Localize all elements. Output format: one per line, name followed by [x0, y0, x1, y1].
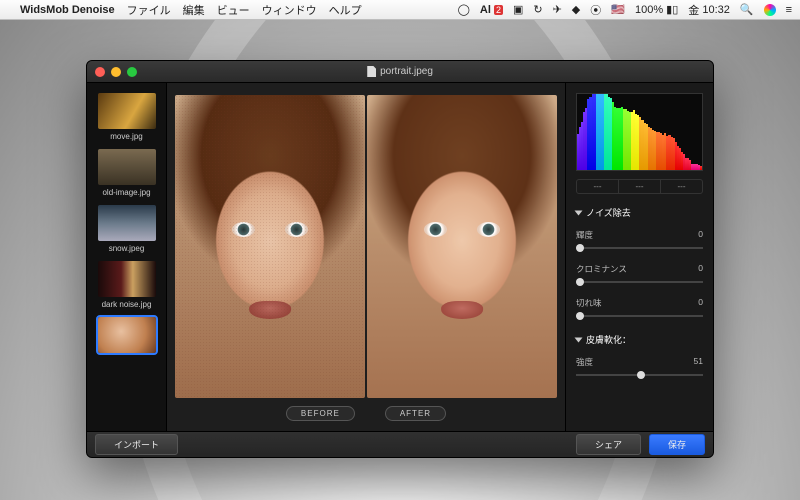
menu-extra-spotlight-icon[interactable]: 🔍: [740, 3, 754, 16]
thumbnail-image: [98, 261, 156, 297]
menu-extra-notifications-icon[interactable]: ≡: [786, 4, 792, 16]
before-label: BEFORE: [286, 406, 355, 421]
sharpness-label: 切れ味: [576, 297, 602, 309]
menu-extra-siri-icon[interactable]: [764, 4, 776, 16]
sharpness-value: 0: [698, 297, 703, 309]
thumbnail-item[interactable]: old-image.jpg: [93, 149, 160, 197]
chrominance-control: クロミナンス 0: [576, 263, 703, 287]
disclosure-triangle-icon: [575, 210, 583, 215]
luminance-control: 輝度 0: [576, 229, 703, 253]
menu-extra-battery[interactable]: 100% ▮▯: [635, 3, 678, 16]
thumbnail-sidebar: move.jpg old-image.jpg snow.jpeg dark no…: [87, 83, 167, 431]
intensity-label: 強度: [576, 356, 593, 368]
bottom-toolbar: インポート シェア 保存: [87, 431, 713, 457]
menu-window[interactable]: ウィンドウ: [262, 2, 317, 18]
menu-extra-dropbox-icon[interactable]: ◆: [572, 3, 580, 16]
main-area: BEFORE AFTER: [167, 83, 565, 431]
menu-extra-adobe[interactable]: Al 2: [480, 4, 503, 16]
before-pane[interactable]: [175, 95, 365, 398]
window-titlebar[interactable]: portrait.jpeg: [87, 61, 713, 83]
app-name[interactable]: WidsMob Denoise: [20, 4, 115, 16]
chrominance-label: クロミナンス: [576, 263, 627, 275]
thumbnail-image: [98, 317, 156, 353]
window-title: portrait.jpeg: [367, 66, 433, 77]
import-button[interactable]: インポート: [95, 434, 178, 455]
menu-extra-wifi-icon[interactable]: ⦿: [590, 2, 601, 18]
portrait-after: [367, 95, 557, 398]
menu-extra-camera-icon[interactable]: ▣: [513, 3, 523, 16]
menu-extra-flag[interactable]: 🇺🇸: [611, 3, 625, 16]
thumbnail-image: [98, 93, 156, 129]
histogram-tab[interactable]: ---: [577, 180, 619, 193]
after-label: AFTER: [385, 406, 446, 421]
menu-help[interactable]: ヘルプ: [329, 2, 362, 18]
menu-file[interactable]: ファイル: [127, 2, 171, 18]
menu-extra-circle-icon[interactable]: ◯: [458, 3, 470, 16]
save-button[interactable]: 保存: [649, 434, 705, 455]
window-minimize-button[interactable]: [111, 67, 121, 77]
document-icon: [367, 66, 376, 77]
adjustments-panel: --- --- --- ノイズ除去 輝度 0 クロミナンス 0 切れ味 0 皮膚軟化：…: [565, 83, 713, 431]
disclosure-triangle-icon: [575, 337, 583, 342]
thumbnail-item-selected[interactable]: [93, 317, 160, 356]
thumbnail-image: [98, 205, 156, 241]
window-close-button[interactable]: [95, 67, 105, 77]
intensity-control: 強度 51: [576, 356, 703, 380]
window-zoom-button[interactable]: [127, 67, 137, 77]
luminance-label: 輝度: [576, 229, 593, 241]
sharpness-slider[interactable]: [576, 311, 703, 321]
menu-edit[interactable]: 編集: [183, 2, 205, 18]
skin-section-header[interactable]: 皮膚軟化：: [576, 333, 703, 346]
chrominance-value: 0: [698, 263, 703, 275]
menu-extra-sync-icon[interactable]: ↻: [533, 3, 542, 16]
thumbnail-label: dark noise.jpg: [93, 300, 160, 309]
thumbnail-label: old-image.jpg: [93, 188, 160, 197]
app-window: portrait.jpeg move.jpg old-image.jpg sno…: [86, 60, 714, 458]
compare-view: [167, 83, 565, 402]
portrait-before: [175, 95, 365, 398]
share-button[interactable]: シェア: [576, 434, 641, 455]
sharpness-control: 切れ味 0: [576, 297, 703, 321]
intensity-value: 51: [694, 356, 703, 368]
menu-extra-clock[interactable]: 金 10:32: [688, 2, 730, 18]
chrominance-slider[interactable]: [576, 277, 703, 287]
thumbnail-item[interactable]: dark noise.jpg: [93, 261, 160, 309]
menu-view[interactable]: ビュー: [217, 2, 250, 18]
thumbnail-image: [98, 149, 156, 185]
mac-menubar: WidsMob Denoise ファイル 編集 ビュー ウィンドウ ヘルプ ◯ …: [0, 0, 800, 20]
histogram: [576, 93, 703, 171]
intensity-slider[interactable]: [576, 370, 703, 380]
thumbnail-label: snow.jpeg: [93, 244, 160, 253]
thumbnail-label: move.jpg: [93, 132, 160, 141]
noise-section-header[interactable]: ノイズ除去: [576, 206, 703, 219]
thumbnail-item[interactable]: snow.jpeg: [93, 205, 160, 253]
histogram-tab[interactable]: ---: [661, 180, 702, 193]
luminance-value: 0: [698, 229, 703, 241]
menu-extra-plane-icon[interactable]: ✈: [553, 3, 562, 16]
histogram-tabs: --- --- ---: [576, 179, 703, 194]
after-pane[interactable]: [367, 95, 557, 398]
histogram-tab[interactable]: ---: [619, 180, 661, 193]
thumbnail-item[interactable]: move.jpg: [93, 93, 160, 141]
luminance-slider[interactable]: [576, 243, 703, 253]
